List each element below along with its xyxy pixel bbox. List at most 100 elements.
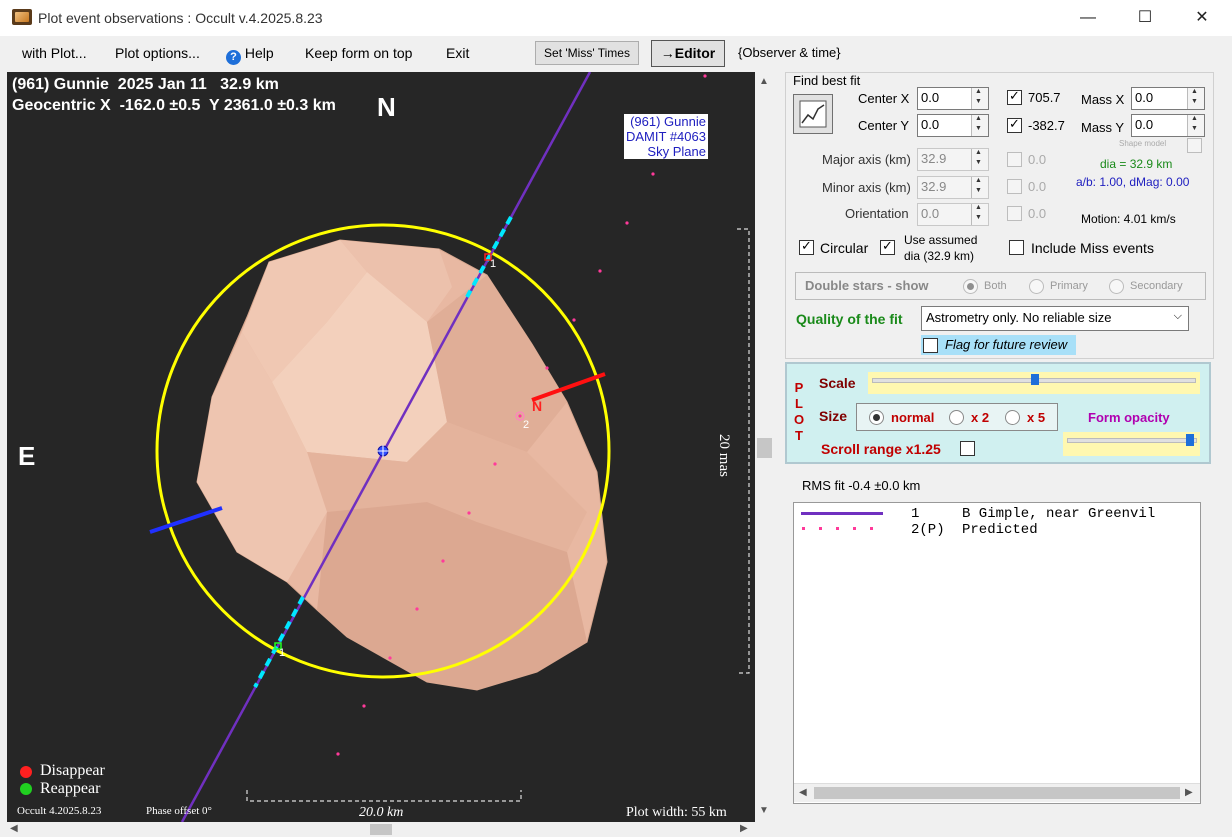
close-button[interactable]: ✕ — [1172, 0, 1232, 36]
observer-list[interactable]: 1 B Gimple, near Greenvil 2(P) Predicted… — [793, 502, 1201, 804]
plot-letter-t: T — [795, 428, 803, 443]
list-item[interactable]: 1 B Gimple, near Greenvil — [794, 506, 1200, 522]
orientation-input[interactable]: 0.0 — [917, 203, 989, 226]
ab-dmag-readout: a/b: 1.00, dMag: 0.00 — [1076, 175, 1190, 189]
legend-disappear: Disappear — [40, 762, 105, 779]
size-x5-label: x 5 — [1027, 410, 1046, 425]
set-miss-times-button[interactable]: Set 'Miss' Times — [535, 41, 639, 65]
size-x2-radio[interactable] — [949, 410, 964, 425]
menu-help-label: Help — [244, 45, 274, 61]
mass-x-input[interactable]: 0.0 — [1131, 87, 1205, 110]
radio-both[interactable] — [963, 279, 978, 294]
plot-canvas[interactable]: (961) Gunnie 2025 Jan 11 32.9 km Geocent… — [7, 72, 755, 822]
menu-keep-on-top[interactable]: Keep form on top — [305, 45, 412, 61]
scale-slider[interactable] — [868, 372, 1200, 394]
list-item-text: B Gimple, near Greenvil — [962, 506, 1156, 522]
scroll-range-checkbox[interactable] — [960, 441, 975, 456]
chord-label-1: 1 — [490, 258, 497, 270]
list-scroll-left-icon[interactable]: ◀ — [799, 787, 807, 798]
help-icon: ? — [226, 50, 241, 65]
opacity-slider[interactable] — [1063, 432, 1200, 456]
y-readout-checkbox[interactable] — [1007, 116, 1022, 133]
major-axis-label: Major axis (km) — [822, 152, 911, 167]
model-label-box: (961) Gunnie DAMIT #4063 Sky Plane — [624, 114, 708, 159]
menu-exit[interactable]: Exit — [446, 45, 469, 61]
flag-review-checkbox[interactable] — [923, 338, 938, 353]
major-lock-checkbox[interactable] — [1007, 152, 1022, 167]
menu-help[interactable]: ? Help — [226, 45, 274, 65]
plot-header-line1: (961) Gunnie 2025 Jan 11 32.9 km — [12, 76, 279, 93]
include-miss-label: Include Miss events — [1031, 240, 1154, 256]
size-normal-radio[interactable] — [869, 410, 884, 425]
reappear-dot — [20, 783, 32, 795]
app-icon — [12, 9, 32, 25]
menu-observer-time[interactable]: {Observer & time} — [738, 45, 841, 60]
scroll-up-icon[interactable]: ▲ — [759, 76, 769, 87]
orient-lock-checkbox[interactable] — [1007, 206, 1022, 221]
center-x-label: Center X — [858, 91, 910, 106]
radio-secondary-label: Secondary — [1130, 280, 1183, 292]
major-axis-input[interactable]: 32.9 — [917, 148, 989, 171]
legend-reappear: Reappear — [40, 780, 101, 797]
menu-plot-options[interactable]: Plot options... — [115, 45, 200, 61]
editor-button[interactable]: →Editor — [651, 40, 725, 67]
shape-model-label: Shape model — [1119, 139, 1167, 148]
x-readout-checkbox[interactable] — [1007, 88, 1022, 105]
scroll-thumb[interactable] — [757, 438, 772, 458]
model-label-name: (961) Gunnie — [624, 114, 708, 129]
radio-primary[interactable] — [1029, 279, 1044, 294]
center-y-input[interactable]: 0.0 — [917, 114, 989, 137]
maximize-button[interactable]: ☐ — [1115, 0, 1175, 36]
list-item[interactable]: 2(P) Predicted — [794, 522, 1200, 538]
vertical-scale-bar — [737, 228, 750, 674]
size-x2-label: x 2 — [971, 410, 990, 425]
version-label: Occult 4.2025.8.23 — [17, 805, 102, 817]
chord-label-bottom: 1 — [279, 647, 286, 659]
y-readout: -382.7 — [1028, 118, 1065, 133]
hscroll-thumb[interactable] — [370, 824, 392, 835]
minor-lock-value: 0.0 — [1028, 179, 1047, 194]
size-x5-radio[interactable] — [1005, 410, 1020, 425]
circular-label: Circular — [820, 240, 869, 256]
shape-model-checkbox[interactable] — [1187, 138, 1202, 153]
mass-y-label: Mass Y — [1081, 120, 1125, 135]
plot-vertical-scrollbar[interactable]: ▲ ▼ — [755, 72, 774, 822]
major-lock-value: 0.0 — [1028, 152, 1047, 167]
circular-checkbox[interactable] — [799, 238, 814, 255]
minor-axis-label: Minor axis (km) — [822, 180, 911, 195]
phase-offset-label: Phase offset 0° — [146, 805, 212, 817]
scroll-left-icon[interactable]: ◀ — [10, 823, 18, 834]
scale-slider-thumb[interactable] — [1031, 374, 1039, 385]
include-miss-checkbox[interactable] — [1009, 240, 1024, 255]
list-item-text: Predicted — [962, 522, 1038, 538]
use-assumed-label-2: dia (32.9 km) — [904, 249, 975, 263]
find-best-fit-button[interactable] — [793, 94, 833, 134]
list-scroll-right-icon[interactable]: ▶ — [1185, 787, 1193, 798]
size-normal-label: normal — [891, 410, 935, 425]
list-scroll-thumb[interactable] — [814, 787, 1180, 799]
mass-x-label: Mass X — [1081, 92, 1125, 107]
scroll-down-icon[interactable]: ▼ — [759, 805, 769, 816]
use-assumed-checkbox[interactable] — [880, 238, 895, 255]
quality-select[interactable]: Astrometry only. No reliable size ⌵ — [921, 306, 1189, 331]
minor-axis-input[interactable]: 32.9 — [917, 176, 989, 199]
plot-letter-o: O — [793, 412, 805, 427]
minor-lock-checkbox[interactable] — [1007, 179, 1022, 194]
model-label-damit: DAMIT #4063 — [624, 129, 708, 144]
opacity-slider-thumb[interactable] — [1186, 434, 1194, 446]
plot-horizontal-scrollbar[interactable]: ◀ ▶ — [0, 822, 774, 837]
pole-blue-line — [149, 506, 223, 534]
chart-icon — [799, 100, 827, 128]
center-x-input[interactable]: 0.0 — [917, 87, 989, 110]
plot-header-line2: Geocentric X -162.0 ±0.5 Y 2361.0 ±0.3 k… — [12, 97, 336, 114]
form-vertical-scrollbar[interactable] — [1215, 72, 1232, 822]
list-hscrollbar[interactable]: ◀ ▶ — [794, 783, 1200, 802]
size-label: Size — [819, 408, 848, 424]
mass-y-input[interactable]: 0.0 — [1131, 114, 1205, 137]
minimize-button[interactable]: — — [1058, 0, 1118, 36]
flag-review-control[interactable]: Flag for future review — [921, 335, 1076, 355]
scroll-right-icon[interactable]: ▶ — [740, 823, 748, 834]
disappear-dot — [20, 766, 32, 778]
radio-secondary[interactable] — [1109, 279, 1124, 294]
menu-with-plot[interactable]: with Plot... — [22, 45, 87, 61]
